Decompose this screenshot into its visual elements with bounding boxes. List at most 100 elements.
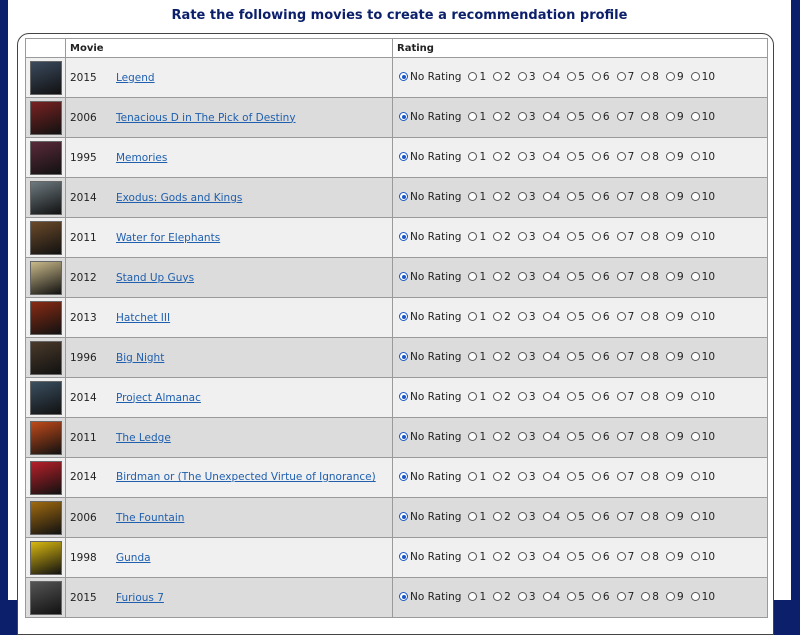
rating-option[interactable]: 8 — [641, 391, 659, 403]
rating-option[interactable]: 6 — [591, 511, 610, 523]
rating-radio[interactable] — [517, 432, 527, 442]
rating-radio[interactable] — [665, 272, 675, 282]
rating-option[interactable]: 3 — [517, 191, 536, 203]
rating-option[interactable]: 10 — [690, 591, 715, 603]
rating-option[interactable]: 8 — [641, 271, 659, 283]
rating-radio[interactable] — [542, 512, 552, 522]
rating-radio[interactable] — [468, 72, 478, 82]
rating-radio[interactable] — [641, 552, 651, 562]
rating-radio[interactable] — [493, 472, 503, 482]
rating-option[interactable]: No Rating — [399, 591, 461, 603]
rating-option[interactable]: 3 — [517, 111, 536, 123]
rating-option[interactable]: 2 — [493, 551, 511, 563]
rating-radio[interactable] — [542, 472, 552, 482]
rating-option[interactable]: 9 — [665, 591, 684, 603]
movie-title-link[interactable]: Memories — [116, 152, 167, 164]
movie-title-link[interactable]: Water for Elephants — [116, 232, 220, 244]
rating-radio[interactable] — [641, 232, 651, 242]
rating-option[interactable]: 1 — [468, 71, 486, 83]
rating-radio[interactable] — [399, 432, 408, 442]
rating-option[interactable]: 4 — [542, 191, 560, 203]
rating-radio[interactable] — [641, 432, 651, 442]
rating-option[interactable]: 10 — [690, 471, 715, 483]
rating-radio[interactable] — [542, 552, 552, 562]
rating-option[interactable]: 3 — [517, 271, 536, 283]
rating-option[interactable]: 2 — [493, 471, 511, 483]
rating-radio[interactable] — [567, 392, 577, 402]
rating-option[interactable]: 4 — [542, 151, 560, 163]
rating-option[interactable]: 10 — [690, 351, 715, 363]
rating-radio[interactable] — [493, 192, 503, 202]
rating-radio[interactable] — [690, 392, 700, 402]
rating-radio[interactable] — [517, 232, 527, 242]
rating-radio[interactable] — [690, 232, 700, 242]
rating-option[interactable]: 3 — [517, 151, 536, 163]
rating-option[interactable]: 8 — [641, 231, 659, 243]
rating-option[interactable]: 6 — [591, 391, 610, 403]
rating-radio[interactable] — [399, 312, 408, 322]
rating-option[interactable]: 6 — [591, 351, 610, 363]
rating-radio[interactable] — [591, 112, 601, 122]
rating-radio[interactable] — [468, 272, 478, 282]
rating-option[interactable]: 4 — [542, 391, 560, 403]
rating-option[interactable]: 10 — [690, 191, 715, 203]
rating-radio[interactable] — [591, 392, 601, 402]
rating-radio[interactable] — [665, 152, 675, 162]
movie-title-link[interactable]: Legend — [116, 72, 155, 84]
rating-option[interactable]: 7 — [616, 311, 634, 323]
rating-radio[interactable] — [493, 392, 503, 402]
movie-title-link[interactable]: Tenacious D in The Pick of Destiny — [116, 112, 296, 124]
movie-title-link[interactable]: Furious 7 — [116, 592, 164, 604]
rating-radio[interactable] — [517, 192, 527, 202]
rating-option[interactable]: 10 — [690, 271, 715, 283]
rating-radio[interactable] — [641, 152, 651, 162]
rating-radio[interactable] — [616, 272, 626, 282]
rating-option[interactable]: 5 — [567, 271, 585, 283]
rating-radio[interactable] — [665, 192, 675, 202]
rating-radio[interactable] — [616, 512, 626, 522]
rating-option[interactable]: 1 — [468, 471, 486, 483]
rating-radio[interactable] — [517, 152, 527, 162]
rating-radio[interactable] — [517, 272, 527, 282]
rating-radio[interactable] — [616, 152, 626, 162]
rating-option[interactable]: 4 — [542, 311, 560, 323]
rating-option[interactable]: 7 — [616, 551, 634, 563]
rating-option[interactable]: No Rating — [399, 111, 461, 123]
movie-title-link[interactable]: Big Night — [116, 352, 164, 364]
rating-option[interactable]: 7 — [616, 591, 634, 603]
rating-radio[interactable] — [665, 72, 675, 82]
rating-radio[interactable] — [641, 512, 651, 522]
rating-option[interactable]: 4 — [542, 471, 560, 483]
rating-radio[interactable] — [468, 312, 478, 322]
rating-option[interactable]: No Rating — [399, 311, 461, 323]
rating-radio[interactable] — [665, 472, 675, 482]
movie-title-link[interactable]: The Fountain — [116, 512, 184, 524]
rating-option[interactable]: 4 — [542, 231, 560, 243]
rating-option[interactable]: 1 — [468, 391, 486, 403]
rating-radio[interactable] — [542, 232, 552, 242]
rating-radio[interactable] — [493, 312, 503, 322]
rating-radio[interactable] — [641, 72, 651, 82]
rating-option[interactable]: 5 — [567, 111, 585, 123]
movie-title-link[interactable]: The Ledge — [116, 432, 171, 444]
rating-radio[interactable] — [542, 192, 552, 202]
rating-option[interactable]: 3 — [517, 391, 536, 403]
rating-radio[interactable] — [567, 152, 577, 162]
rating-option[interactable]: 9 — [665, 271, 684, 283]
rating-radio[interactable] — [468, 472, 478, 482]
rating-radio[interactable] — [468, 432, 478, 442]
rating-option[interactable]: 1 — [468, 311, 486, 323]
rating-option[interactable]: 1 — [468, 271, 486, 283]
rating-option[interactable]: 10 — [690, 151, 715, 163]
rating-option[interactable]: 10 — [690, 511, 715, 523]
rating-radio[interactable] — [591, 232, 601, 242]
rating-option[interactable]: 10 — [690, 391, 715, 403]
rating-radio[interactable] — [542, 392, 552, 402]
rating-option[interactable]: No Rating — [399, 151, 461, 163]
rating-radio[interactable] — [542, 72, 552, 82]
rating-radio[interactable] — [665, 232, 675, 242]
movie-title-link[interactable]: Stand Up Guys — [116, 272, 194, 284]
rating-radio[interactable] — [665, 392, 675, 402]
rating-radio[interactable] — [399, 152, 408, 162]
rating-radio[interactable] — [641, 312, 651, 322]
